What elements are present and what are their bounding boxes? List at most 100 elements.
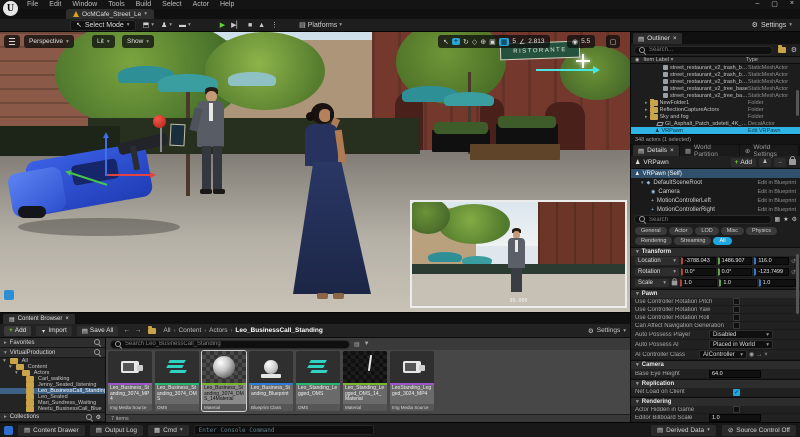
menu-tools[interactable]: Tools <box>108 1 124 8</box>
level-viewport[interactable]: RISTORANTE 99.000 Perspective ▾ Lit ▾ Sh… <box>0 32 630 312</box>
asset-search-input[interactable] <box>125 341 345 347</box>
tab-world-partition[interactable]: ▦ World Partition <box>679 144 739 158</box>
net-load-checkbox[interactable]: ✓ <box>733 388 740 396</box>
play-options-icon[interactable]: ⋮ <box>271 21 278 29</box>
filter-general[interactable]: General <box>635 227 667 235</box>
asset-tile[interactable]: Leo_Standing_Legged_OMS OMS <box>296 351 340 411</box>
outliner-row-selected[interactable]: ♟ VRPawn Edit VRPawn <box>631 127 800 134</box>
component-row-camera[interactable]: ◉ Camera Edit in Blueprint <box>631 187 800 196</box>
rotation-y-field[interactable]: 0.0° <box>717 268 753 276</box>
grid-snap-value[interactable]: 5 <box>512 38 516 45</box>
content-drawer-button[interactable]: ▤ Content Drawer <box>18 424 85 436</box>
favorites-icon[interactable]: ★ <box>783 216 788 223</box>
use-selected-icon[interactable]: ◉ <box>749 351 754 358</box>
source-control-button[interactable]: ⊘ Source Control Off <box>721 424 796 436</box>
filter-all[interactable]: All <box>713 237 732 245</box>
add-actor-button[interactable]: ⬒ ▾ <box>143 21 154 29</box>
outliner-row[interactable]: ▸ ReflectionCaptureActors Folder <box>631 106 800 113</box>
add-component-button[interactable]: + Add <box>730 157 756 167</box>
details-scrollbar[interactable] <box>796 254 799 314</box>
eject-button[interactable]: ▲ <box>258 22 265 29</box>
cinematics-button[interactable]: ▬ ▾ <box>179 22 191 29</box>
favorites-header[interactable]: ▸ Favorites <box>0 338 105 348</box>
browse-icon[interactable]: → <box>756 352 762 358</box>
select-mode-button[interactable]: ↖ Select Mode ▾ <box>70 19 136 31</box>
details-search-input[interactable] <box>649 216 767 223</box>
cb-settings-button[interactable]: ⚙ Settings ▾ <box>588 327 626 335</box>
scale-y-field[interactable]: 1.0 <box>719 279 757 287</box>
cmd-dropdown[interactable]: ▦ Cmd ▾ <box>148 424 189 436</box>
menu-edit[interactable]: Edit <box>49 1 61 8</box>
item-label-column[interactable]: Item Label ▾ <box>643 57 742 63</box>
scale-tool-icon[interactable]: ◇ <box>472 38 477 46</box>
browse-blueprint-button[interactable]: → <box>774 157 786 167</box>
viewport-options-button[interactable] <box>4 35 20 48</box>
outliner-row[interactable]: street_restaurant_v2_trash_bag06 StaticMe… <box>631 64 800 71</box>
level-tab[interactable]: OcMCafe_Street_Le ▾ <box>66 9 155 19</box>
actor-hidden-checkbox[interactable] <box>733 406 740 413</box>
menu-window[interactable]: Window <box>72 1 97 8</box>
edit-blueprint-button[interactable]: ♟ <box>759 157 771 167</box>
minimize-icon[interactable]: – <box>755 0 759 8</box>
unreal-logo[interactable]: U <box>3 1 18 16</box>
forward-button[interactable]: → <box>135 327 142 334</box>
filter-actor[interactable]: Actor <box>668 227 694 235</box>
console-command-field[interactable] <box>193 425 374 435</box>
scale-dropdown[interactable]: Scale ▾ <box>635 279 669 287</box>
asset-search[interactable] <box>110 339 350 349</box>
camera-speed-button[interactable]: ◉ 5.5 <box>567 35 596 48</box>
surface-snap-icon[interactable]: ▣ <box>489 38 496 46</box>
outliner-tab[interactable]: ▤ Outliner × <box>633 33 682 44</box>
asset-tile[interactable]: Leo_Business_Standing_3074_MP4 Img Media… <box>108 351 152 411</box>
play-button[interactable]: ▶ <box>220 21 225 29</box>
auto-possess-ai-dropdown[interactable]: Placed in World ▾ <box>709 340 773 349</box>
rotation-snap-icon[interactable]: ∠ <box>519 38 525 46</box>
perspective-dropdown[interactable]: Perspective ▾ <box>24 35 74 48</box>
outliner-settings-icon[interactable]: ⚙ <box>791 46 797 54</box>
save-search-icon[interactable]: ▤ <box>354 341 360 348</box>
add-button[interactable]: + Add <box>4 325 32 336</box>
maximize-viewport-button[interactable]: ▢ <box>606 35 620 48</box>
expand-icon[interactable]: ▸ <box>645 114 648 120</box>
details-search[interactable] <box>634 215 772 224</box>
outliner-row[interactable]: street_restaurant_v2_trash_bag07 StaticMe… <box>631 71 800 78</box>
viewport-annotation-icon[interactable] <box>4 290 14 300</box>
show-dropdown[interactable]: Show ▾ <box>122 35 155 48</box>
ai-controller-dropdown[interactable]: AIController ▾ <box>699 350 747 359</box>
location-x-field[interactable]: -3788.043 <box>681 257 716 265</box>
section-pawn[interactable]: ▾ Pawn <box>631 289 800 298</box>
asset-tile[interactable]: Leo_Business_Standing_Blueprint Blueprin… <box>249 351 293 411</box>
outliner-row[interactable]: GI_Asphalt_Patch_sdeteti_4K_inst2 DecalAc… <box>631 120 800 127</box>
asset-tile[interactable]: Leo_Standing_Legged_OMS_14_Material Mate… <box>343 351 387 411</box>
asset-tile[interactable]: Leo_Business_Standing_3074_OMS OMS <box>155 351 199 411</box>
blueprints-button[interactable]: ♟ ▾ <box>161 21 172 29</box>
type-column[interactable]: Type <box>746 57 796 63</box>
rotation-dropdown[interactable]: Rotation ▾ <box>635 268 679 276</box>
section-transform[interactable]: ▾ Transform <box>631 247 800 256</box>
close-icon[interactable]: × <box>673 35 677 42</box>
location-z-field[interactable]: 116.0 <box>754 257 789 265</box>
filter-icon[interactable]: ▼ <box>364 341 370 347</box>
settings-button[interactable]: ⚙ Settings ▾ <box>752 21 792 30</box>
component-row-self[interactable]: ♟ VRPawn (Self) <box>631 169 800 178</box>
section-replication[interactable]: ▾ Replication <box>631 379 800 388</box>
gear-icon[interactable]: ⚙ <box>96 414 101 421</box>
location-y-field[interactable]: 1486.907 <box>717 257 753 265</box>
new-folder-icon[interactable] <box>777 45 786 53</box>
lock-icon[interactable] <box>789 156 796 165</box>
lit-dropdown[interactable]: Lit ▾ <box>92 35 115 48</box>
visibility-column-icon[interactable]: ◉ <box>635 57 639 63</box>
menu-build[interactable]: Build <box>136 1 152 8</box>
import-button[interactable]: ▲ Import <box>36 325 72 336</box>
move-tool-icon[interactable]: + <box>451 38 460 45</box>
can-affect-navigation-checkbox[interactable] <box>733 322 740 329</box>
content-browser-tab[interactable]: ▤ Content Browser × <box>3 314 75 324</box>
gizmo-z-axis[interactable] <box>102 132 109 176</box>
billboard-scale-field[interactable]: 1.0 <box>709 414 761 422</box>
scale-z-field[interactable]: 1.0 <box>758 279 796 287</box>
close-icon[interactable]: × <box>790 0 794 8</box>
menu-actor[interactable]: Actor <box>193 1 209 8</box>
back-button[interactable]: ← <box>123 327 130 334</box>
details-settings-icon[interactable]: ⚙ <box>792 216 797 223</box>
filter-lod[interactable]: LOD <box>695 227 719 235</box>
